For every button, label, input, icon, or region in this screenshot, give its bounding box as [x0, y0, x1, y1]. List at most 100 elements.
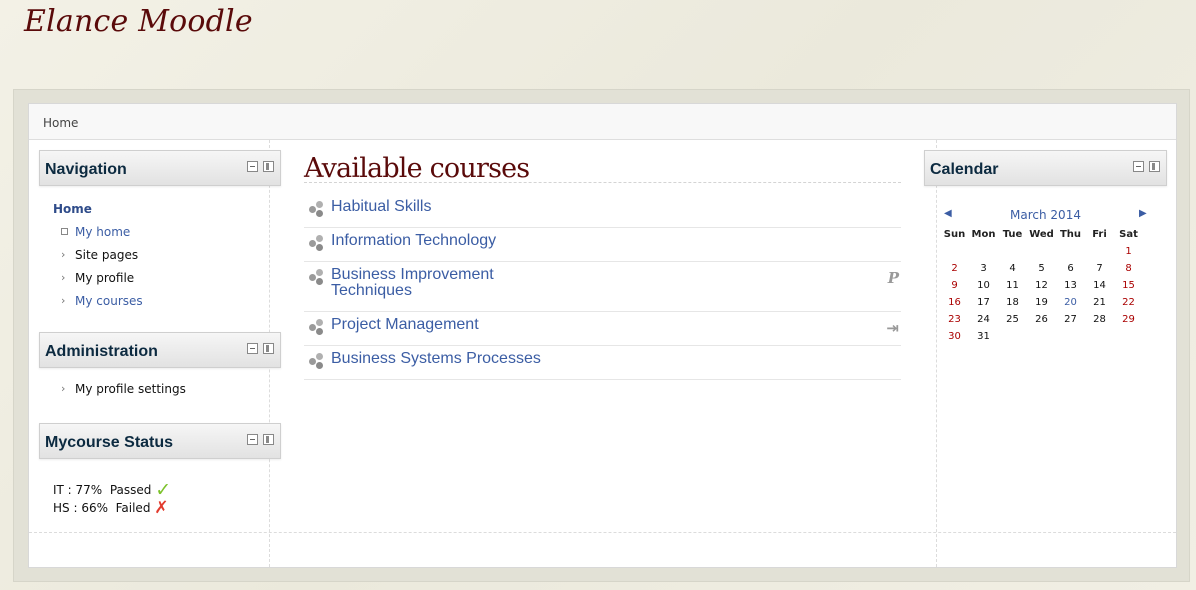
course-link[interactable]: Business Systems Processes	[331, 351, 901, 367]
calendar-day	[1114, 328, 1143, 345]
navigation-block: Navigation Home My home › Site pages › M…	[39, 150, 281, 315]
nav-item-label[interactable]: My courses	[75, 294, 143, 308]
calendar-day[interactable]: 7	[1085, 260, 1114, 277]
square-bullet-icon	[61, 228, 68, 235]
page-heading: Available courses	[304, 154, 901, 183]
calendar-day[interactable]: 2	[940, 260, 969, 277]
calendar-day[interactable]: 27	[1056, 311, 1085, 328]
admin-item-label[interactable]: My profile settings	[75, 382, 186, 396]
calendar-day[interactable]: 24	[969, 311, 998, 328]
calendar-weekday: Fri	[1092, 229, 1107, 240]
calendar-day[interactable]: 10	[969, 277, 998, 294]
calendar-day[interactable]: 8	[1114, 260, 1143, 277]
calendar-day[interactable]: 17	[969, 294, 998, 311]
calendar-day[interactable]: 26	[1027, 311, 1056, 328]
calendar-day[interactable]: 31	[969, 328, 998, 345]
administration-block-header: Administration	[39, 332, 281, 368]
chevron-right-icon[interactable]: ›	[61, 380, 65, 398]
calendar-weekday: Sat	[1119, 229, 1138, 240]
nav-item-label: Site pages	[75, 248, 139, 262]
nav-item-my-profile[interactable]: › My profile	[53, 269, 281, 292]
calendar-day[interactable]: 18	[998, 294, 1027, 311]
course-link[interactable]: Habitual Skills	[331, 199, 901, 215]
calendar-day[interactable]: 5	[1027, 260, 1056, 277]
calendar-day[interactable]: 1	[1114, 243, 1143, 260]
dock-block-icon[interactable]	[263, 161, 274, 172]
status-row: HS : 66% Failed ✗	[39, 497, 281, 518]
calendar-day	[969, 243, 998, 260]
calendar-grid: Sun Mon Tue Wed Thu Fri Sat 1 2 3 4 5 6 7 8 9 10 11 12 13 1…	[940, 226, 1143, 345]
nav-item-site-pages[interactable]: › Site pages	[53, 246, 281, 269]
calendar-day[interactable]: 13	[1056, 277, 1085, 294]
course-link[interactable]: Project Management	[331, 317, 901, 333]
next-month-icon[interactable]: ▶	[1139, 208, 1147, 219]
calendar-day	[1027, 328, 1056, 345]
cross-icon: ✗	[154, 498, 169, 518]
hide-block-icon[interactable]	[1133, 161, 1144, 172]
calendar-day[interactable]: 15	[1114, 277, 1143, 294]
navigation-block-title: Navigation	[45, 161, 127, 178]
course-link[interactable]: Information Technology	[331, 233, 901, 249]
nav-item-my-courses[interactable]: › My courses	[53, 292, 281, 315]
calendar-day[interactable]: 23	[940, 311, 969, 328]
site-title[interactable]: Elance Moodle	[24, 4, 253, 39]
course-item[interactable]: Project Management ⇥	[304, 312, 901, 346]
dock-block-icon[interactable]	[1149, 161, 1160, 172]
calendar-day[interactable]: 9	[940, 277, 969, 294]
course-item[interactable]: Business Systems Processes	[304, 346, 901, 380]
calendar-day	[1056, 328, 1085, 345]
calendar-day[interactable]: 20	[1056, 294, 1085, 311]
calendar-day[interactable]: 6	[1056, 260, 1085, 277]
calendar-block: Calendar ◀ March 2014 ▶ Sun Mon Tue Wed Thu F…	[924, 150, 1167, 356]
calendar-day[interactable]: 28	[1085, 311, 1114, 328]
calendar-month[interactable]: March 2014	[924, 208, 1167, 222]
calendar-body: ◀ March 2014 ▶ Sun Mon Tue Wed Thu Fri Sat 123…	[924, 206, 1167, 356]
course-item[interactable]: Business Improvement Techniques P	[304, 262, 901, 312]
calendar-nav: ◀ March 2014 ▶	[924, 206, 1167, 226]
calendar-day[interactable]: 16	[940, 294, 969, 311]
calendar-day[interactable]: 30	[940, 328, 969, 345]
calendar-day[interactable]: 4	[998, 260, 1027, 277]
paypal-icon[interactable]: P	[888, 269, 899, 287]
admin-item-my-profile-settings[interactable]: › My profile settings	[53, 380, 281, 403]
administration-block-title: Administration	[45, 343, 158, 360]
calendar-weekday: Tue	[1002, 229, 1023, 240]
calendar-day[interactable]: 12	[1027, 277, 1056, 294]
course-icon	[309, 319, 325, 335]
enrol-icon[interactable]: ⇥	[886, 319, 899, 337]
course-item[interactable]: Information Technology	[304, 228, 901, 262]
calendar-day[interactable]: 3	[969, 260, 998, 277]
calendar-day	[1027, 243, 1056, 260]
nav-item-home[interactable]: Home	[53, 202, 92, 216]
nav-item-my-home[interactable]: My home	[53, 223, 281, 246]
course-item[interactable]: Habitual Skills	[304, 194, 901, 228]
chevron-right-icon[interactable]: ›	[61, 269, 65, 287]
chevron-right-icon[interactable]: ›	[61, 292, 65, 310]
mycourse-status-block-title: Mycourse Status	[45, 434, 174, 451]
calendar-day[interactable]: 19	[1027, 294, 1056, 311]
hide-block-icon[interactable]	[247, 161, 258, 172]
breadcrumb-home[interactable]: Home	[43, 116, 78, 130]
dock-block-icon[interactable]	[263, 434, 274, 445]
course-link[interactable]: Business Improvement Techniques	[331, 267, 521, 299]
calendar-day	[1056, 243, 1085, 260]
calendar-day	[998, 328, 1027, 345]
calendar-block-header: Calendar	[924, 150, 1167, 186]
hide-block-icon[interactable]	[247, 343, 258, 354]
calendar-day[interactable]: 11	[998, 277, 1027, 294]
calendar-day[interactable]: 25	[998, 311, 1027, 328]
calendar-week: 30 31	[940, 328, 1143, 345]
calendar-day[interactable]: 22	[1114, 294, 1143, 311]
navigation-list: Home My home › Site pages › My profile ›…	[39, 186, 281, 315]
calendar-week: 9 10 11 12 13 14 15	[940, 277, 1143, 294]
dock-block-icon[interactable]	[263, 343, 274, 354]
calendar-day[interactable]: 21	[1085, 294, 1114, 311]
calendar-week: 2345678	[940, 260, 1143, 277]
calendar-day[interactable]: 29	[1114, 311, 1143, 328]
mycourse-status-block-header: Mycourse Status	[39, 423, 281, 459]
calendar-week: 1	[940, 243, 1143, 260]
chevron-right-icon[interactable]: ›	[61, 246, 65, 264]
calendar-day[interactable]: 14	[1085, 277, 1114, 294]
nav-item-label[interactable]: My home	[75, 225, 130, 239]
hide-block-icon[interactable]	[247, 434, 258, 445]
